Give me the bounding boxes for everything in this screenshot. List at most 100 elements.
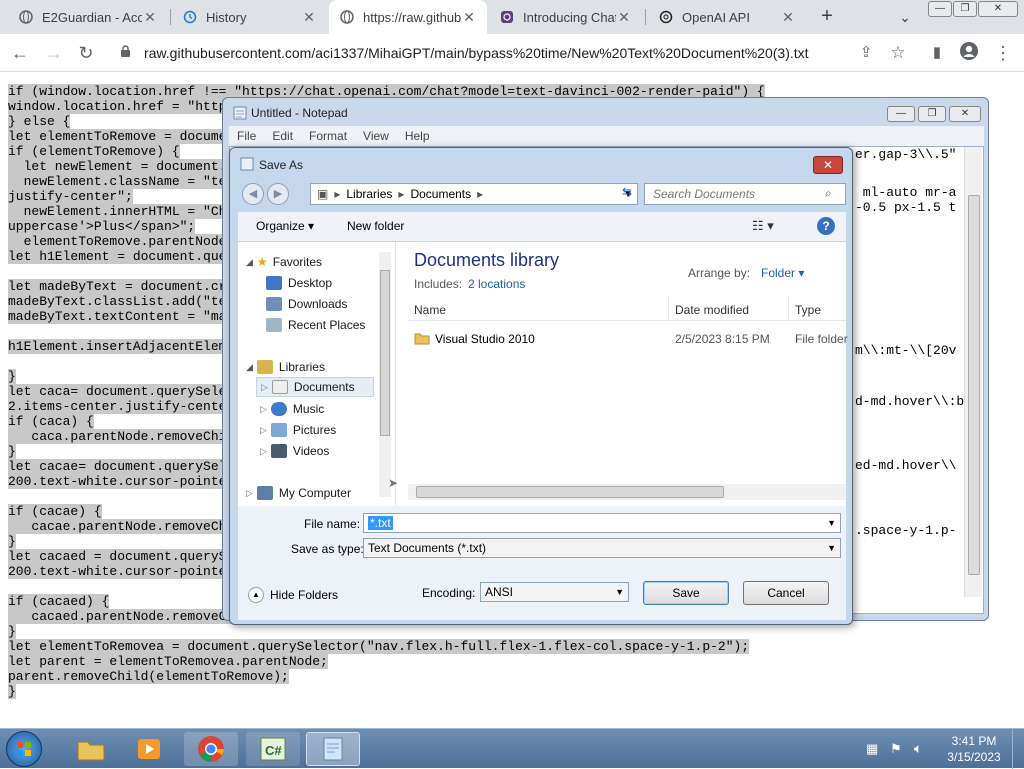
side-panel-icon[interactable]: ▮	[925, 41, 949, 65]
search-input[interactable]: Search Documents	[644, 183, 846, 205]
notepad-close-button[interactable]: ✕	[949, 106, 981, 122]
code-line: let cacae= document.querySelec	[8, 459, 243, 474]
column-type[interactable]: Type	[795, 303, 821, 317]
new-tab-button[interactable]: +	[815, 5, 839, 29]
nav-my-computer[interactable]: ▷ My Computer	[246, 483, 351, 503]
arrange-by-dropdown[interactable]: Folder ▾	[761, 266, 804, 280]
cancel-button[interactable]: Cancel	[743, 581, 829, 605]
explorer-taskbar-icon[interactable]	[64, 732, 118, 766]
save-as-type-label: Save as type:	[291, 542, 364, 556]
browser-toolbar: ← → ↻ raw.githubusercontent.com/aci1337/…	[0, 34, 1024, 72]
code-line: 200.text-white.cursor-pointer.	[8, 474, 243, 489]
menu-file[interactable]: File	[229, 129, 264, 143]
notepad-text-line: -0.5 px-1.5 t	[855, 200, 957, 215]
breadcrumb-documents[interactable]: Documents	[410, 187, 471, 201]
nav-downloads[interactable]: Downloads	[266, 294, 347, 314]
hide-folders-button[interactable]: ▲ Hide Folders	[248, 587, 338, 603]
menu-icon[interactable]: ⋮	[991, 41, 1015, 65]
start-button[interactable]	[6, 731, 42, 767]
nav-videos[interactable]: ▷ Videos	[260, 441, 329, 461]
help-icon[interactable]: ?	[817, 217, 835, 235]
code-line: cacaed.parentNode.removeChi	[8, 609, 243, 624]
close-icon[interactable]: ✕	[142, 9, 158, 26]
menu-edit[interactable]: Edit	[264, 129, 301, 143]
notepad-text-line: ml-auto mr-a	[855, 185, 957, 200]
tab-raw-github[interactable]: https://raw.githubusercontent.com ✕	[329, 0, 487, 34]
tab-title: https://raw.githubusercontent.com	[363, 9, 461, 25]
nav-libraries[interactable]: ◢ Libraries	[246, 357, 325, 377]
share-icon[interactable]: ⇪	[854, 41, 878, 65]
menu-help[interactable]: Help	[397, 129, 438, 143]
tab-search-button[interactable]: ⌄	[893, 5, 917, 29]
maximize-button[interactable]: ❐	[953, 1, 977, 17]
nav-recent-places[interactable]: Recent Places	[266, 315, 365, 335]
organize-button[interactable]: Organize ▾	[256, 219, 314, 233]
back-button[interactable]: ←	[8, 41, 32, 65]
file-name-input[interactable]: *.txt ▼	[363, 513, 841, 533]
notepad-text-line: ed-md.hover\\	[855, 458, 957, 473]
close-icon[interactable]: ✕	[461, 9, 477, 26]
dialog-footer: File name: *.txt ▼ Save as type: Text Do…	[238, 506, 846, 620]
view-options-icon[interactable]: ☷ ▾	[752, 218, 774, 234]
refresh-icon[interactable]: ⇆	[616, 185, 638, 203]
profile-avatar[interactable]	[957, 41, 981, 65]
volume-icon[interactable]: 🔈︎	[914, 740, 922, 757]
file-name: Visual Studio 2010	[435, 332, 535, 346]
reload-button[interactable]: ↻	[74, 41, 98, 65]
back-arrow-icon[interactable]: ◀	[242, 183, 264, 205]
code-line: justify-center";	[8, 189, 133, 204]
save-button[interactable]: Save	[643, 581, 729, 605]
file-row[interactable]: Visual Studio 2010 2/5/2023 8:15 PM File…	[408, 328, 848, 350]
close-icon[interactable]: ✕	[616, 9, 632, 26]
notepad-taskbar-icon[interactable]	[306, 732, 360, 766]
save-as-type-select[interactable]: Text Documents (*.txt) ▼	[363, 538, 841, 558]
tab-openai-api[interactable]: OpenAI API ✕	[648, 0, 806, 34]
column-date-modified[interactable]: Date modified	[675, 303, 749, 317]
bookmark-star-icon[interactable]: ☆	[886, 41, 910, 65]
code-line: madeByText.classList.add("text	[8, 294, 243, 309]
nav-pictures[interactable]: ▷ Pictures	[260, 420, 336, 440]
notepad-title: Untitled - Notepad	[251, 106, 348, 120]
tab-e2guardian[interactable]: E2Guardian - Access Denied ✕	[8, 0, 168, 34]
close-window-button[interactable]: ✕	[978, 1, 1018, 17]
menu-view[interactable]: View	[355, 129, 397, 143]
close-icon[interactable]: ✕	[780, 9, 796, 26]
url-text: raw.githubusercontent.com/aci1337/MihaiG…	[144, 45, 809, 61]
nav-desktop[interactable]: Desktop	[266, 273, 332, 293]
column-name[interactable]: Name	[414, 303, 446, 317]
nav-pane-scrollbar[interactable]	[379, 252, 391, 497]
minimize-button[interactable]: —	[928, 1, 952, 17]
breadcrumb[interactable]: ▣ ▸ Libraries ▸ Documents ▸ ▼	[310, 183, 638, 205]
media-player-taskbar-icon[interactable]	[122, 732, 176, 766]
forward-button[interactable]: →	[42, 41, 66, 65]
code-line: if (elementToRemove) {	[8, 144, 180, 159]
system-clock[interactable]: 3:41 PM 3/15/2023	[944, 733, 1004, 765]
globe-icon	[18, 9, 34, 25]
notepad-vertical-scrollbar[interactable]	[964, 147, 982, 597]
horizontal-scrollbar[interactable]	[408, 484, 846, 500]
dialog-close-button[interactable]: ✕	[813, 156, 843, 174]
code-line: newElement.innerHTML = "Chat	[8, 204, 243, 219]
nav-documents[interactable]: ▷ Documents	[256, 377, 374, 397]
nav-music[interactable]: ▷ Music	[260, 399, 324, 419]
close-icon[interactable]: ✕	[301, 9, 317, 26]
address-bar[interactable]: raw.githubusercontent.com/aci1337/MihaiG…	[110, 38, 910, 68]
menu-format[interactable]: Format	[301, 129, 355, 143]
action-center-icon[interactable]: ⚑	[890, 741, 902, 757]
tab-chatgpt-plus[interactable]: Introducing ChatGPT Plus ✕	[489, 0, 642, 34]
tab-history[interactable]: History ✕	[172, 0, 327, 34]
breadcrumb-libraries[interactable]: Libraries	[346, 187, 392, 201]
notepad-minimize-button[interactable]: —	[887, 106, 915, 122]
code-line: parent.removeChild(elementToRemove);	[8, 669, 289, 684]
includes-locations-link[interactable]: 2 locations	[468, 277, 525, 291]
notepad-maximize-button[interactable]: ❐	[918, 106, 946, 122]
csharp-taskbar-icon[interactable]: C#	[246, 732, 300, 766]
forward-arrow-icon[interactable]: ▶	[267, 183, 289, 205]
new-folder-button[interactable]: New folder	[347, 219, 404, 233]
code-line: let elementToRemovea = document.querySel…	[8, 639, 750, 654]
nav-favorites[interactable]: ◢ ★ Favorites	[246, 252, 322, 272]
chrome-taskbar-icon[interactable]	[184, 732, 238, 766]
encoding-select[interactable]: ANSI ▼	[480, 582, 629, 602]
show-desktop-button[interactable]	[1012, 729, 1024, 769]
network-icon[interactable]: ▦	[866, 741, 878, 757]
